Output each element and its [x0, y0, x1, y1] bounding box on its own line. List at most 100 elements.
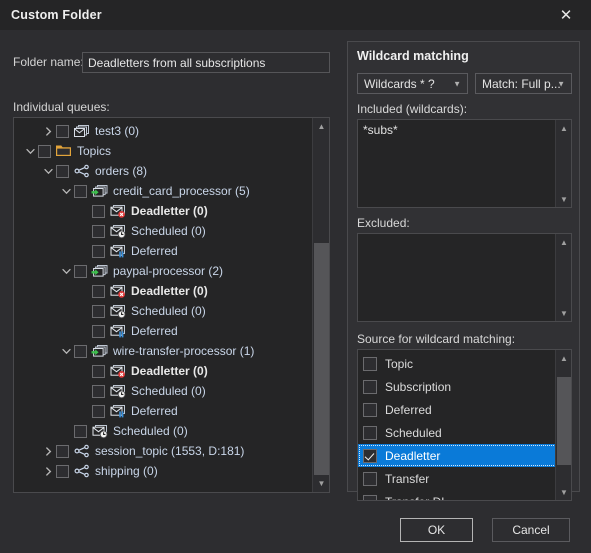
tree-row[interactable]: Deferred — [14, 321, 312, 341]
source-list-item[interactable]: Transfer — [358, 467, 557, 490]
source-item-checkbox[interactable] — [363, 471, 377, 486]
queue-tree[interactable]: test3 (0) Topics orders (8) credit_card_pro… — [13, 117, 330, 493]
source-list-rows: Topic Subscription Deferred Scheduled Deadle… — [358, 352, 557, 500]
tree-row-checkbox[interactable] — [74, 264, 87, 278]
wildcards-dropdown[interactable]: Wildcards * ? ▼ — [357, 73, 468, 94]
tree-scrollbar-thumb[interactable] — [314, 243, 329, 475]
scroll-up-icon[interactable]: ▲ — [313, 118, 329, 135]
tree-row-label: Deadletter (0) — [131, 284, 208, 298]
chevron-right-icon[interactable] — [40, 466, 56, 476]
subscription-icon — [91, 183, 109, 199]
tree-row-checkbox[interactable] — [92, 364, 105, 378]
scroll-down-icon[interactable]: ▼ — [556, 305, 571, 321]
subscription-icon — [91, 343, 109, 359]
tree-row[interactable]: Scheduled (0) — [14, 381, 312, 401]
scroll-down-icon[interactable]: ▼ — [556, 191, 571, 207]
deferred-icon — [109, 403, 127, 419]
tree-row-checkbox[interactable] — [74, 424, 87, 438]
tree-row-checkbox[interactable] — [56, 164, 69, 178]
scroll-up-icon[interactable]: ▲ — [556, 234, 571, 250]
source-item-checkbox[interactable] — [363, 356, 377, 371]
tree-row[interactable]: Scheduled (0) — [14, 301, 312, 321]
source-list-item[interactable]: Subscription — [358, 375, 557, 398]
tree-row-checkbox[interactable] — [92, 404, 105, 418]
cancel-button[interactable]: Cancel — [492, 518, 570, 542]
source-item-checkbox[interactable] — [363, 448, 377, 463]
topic-icon — [73, 443, 91, 459]
chevron-right-icon[interactable] — [40, 126, 56, 136]
deferred-icon — [109, 243, 127, 259]
tree-row-checkbox[interactable] — [92, 284, 105, 298]
tree-row-label: Deferred — [131, 324, 178, 338]
tree-row-checkbox[interactable] — [92, 304, 105, 318]
tree-row[interactable]: credit_card_processor (5) — [14, 181, 312, 201]
tree-row-checkbox[interactable] — [92, 324, 105, 338]
tree-row[interactable]: session_topic (1553, D:181) — [14, 441, 312, 461]
scroll-down-icon[interactable]: ▼ — [556, 484, 571, 500]
included-wildcards-value: *subs* — [363, 123, 398, 137]
source-item-checkbox[interactable] — [363, 425, 377, 440]
chevron-down-icon[interactable] — [58, 347, 74, 356]
match-mode-dropdown[interactable]: Match: Full p... ▼ — [475, 73, 572, 94]
source-checkbox-list[interactable]: Topic Subscription Deferred Scheduled Deadle… — [357, 349, 572, 501]
tree-row[interactable]: wire-transfer-processor (1) — [14, 341, 312, 361]
tree-row-checkbox[interactable] — [56, 464, 69, 478]
source-list-item[interactable]: Scheduled — [358, 421, 557, 444]
source-scrollbar[interactable]: ▲ ▼ — [555, 350, 571, 500]
folder-name-input[interactable] — [82, 52, 330, 73]
tree-scrollbar[interactable]: ▲ ▼ — [312, 118, 329, 492]
tree-row[interactable]: Scheduled (0) — [14, 221, 312, 241]
included-scrollbar[interactable]: ▲ ▼ — [555, 120, 571, 207]
close-icon[interactable]: ✕ — [549, 0, 583, 31]
ok-button[interactable]: OK — [400, 518, 473, 542]
tree-row[interactable]: test3 (0) — [14, 121, 312, 141]
source-list-item[interactable]: Topic — [358, 352, 557, 375]
tree-row[interactable]: Scheduled (0) — [14, 421, 312, 441]
tree-row[interactable]: Deadletter (0) — [14, 201, 312, 221]
tree-row[interactable]: Topics — [14, 141, 312, 161]
tree-row[interactable]: Deferred — [14, 401, 312, 421]
source-list-item[interactable]: Deferred — [358, 398, 557, 421]
tree-row[interactable]: shipping (0) — [14, 461, 312, 481]
excluded-scrollbar[interactable]: ▲ ▼ — [555, 234, 571, 321]
tree-row[interactable]: Deadletter (0) — [14, 281, 312, 301]
excluded-wildcards-textarea[interactable]: ▲ ▼ — [357, 233, 572, 322]
scheduled-icon — [91, 423, 109, 439]
source-list-item[interactable]: Transfer DL — [358, 490, 557, 500]
tree-row-label: Deferred — [131, 244, 178, 258]
tree-row-checkbox[interactable] — [92, 204, 105, 218]
tree-row-checkbox[interactable] — [74, 184, 87, 198]
tree-row[interactable]: orders (8) — [14, 161, 312, 181]
chevron-down-icon[interactable] — [58, 187, 74, 196]
chevron-down-icon[interactable] — [58, 267, 74, 276]
queue-icon — [73, 123, 91, 139]
window-title: Custom Folder — [11, 8, 102, 22]
tree-row[interactable]: Deferred — [14, 241, 312, 261]
tree-row[interactable]: Deadletter (0) — [14, 361, 312, 381]
source-item-checkbox[interactable] — [363, 402, 377, 417]
scroll-up-icon[interactable]: ▲ — [556, 120, 571, 136]
source-list-item[interactable]: Deadletter — [358, 444, 557, 467]
tree-row-label: paypal-processor (2) — [113, 264, 224, 278]
tree-row[interactable]: paypal-processor (2) — [14, 261, 312, 281]
tree-row-checkbox[interactable] — [56, 444, 69, 458]
chevron-right-icon[interactable] — [40, 446, 56, 456]
source-scrollbar-thumb[interactable] — [557, 377, 571, 465]
tree-row-checkbox[interactable] — [56, 124, 69, 138]
source-item-checkbox[interactable] — [363, 494, 377, 500]
tree-row-checkbox[interactable] — [92, 384, 105, 398]
scroll-up-icon[interactable]: ▲ — [556, 350, 571, 366]
tree-row-checkbox[interactable] — [74, 344, 87, 358]
tree-row-checkbox[interactable] — [92, 244, 105, 258]
chevron-down-icon[interactable] — [22, 147, 38, 156]
tree-row-label: Deadletter (0) — [131, 204, 208, 218]
source-item-checkbox[interactable] — [363, 379, 377, 394]
tree-row-checkbox[interactable] — [38, 144, 51, 158]
source-item-label: Transfer — [385, 471, 430, 486]
scroll-down-icon[interactable]: ▼ — [313, 475, 329, 492]
chevron-down-icon[interactable] — [40, 167, 56, 176]
included-wildcards-textarea[interactable]: *subs* ▲ ▼ — [357, 119, 572, 208]
source-item-label: Topic — [385, 356, 414, 371]
chevron-down-icon: ▼ — [557, 79, 565, 88]
tree-row-checkbox[interactable] — [92, 224, 105, 238]
